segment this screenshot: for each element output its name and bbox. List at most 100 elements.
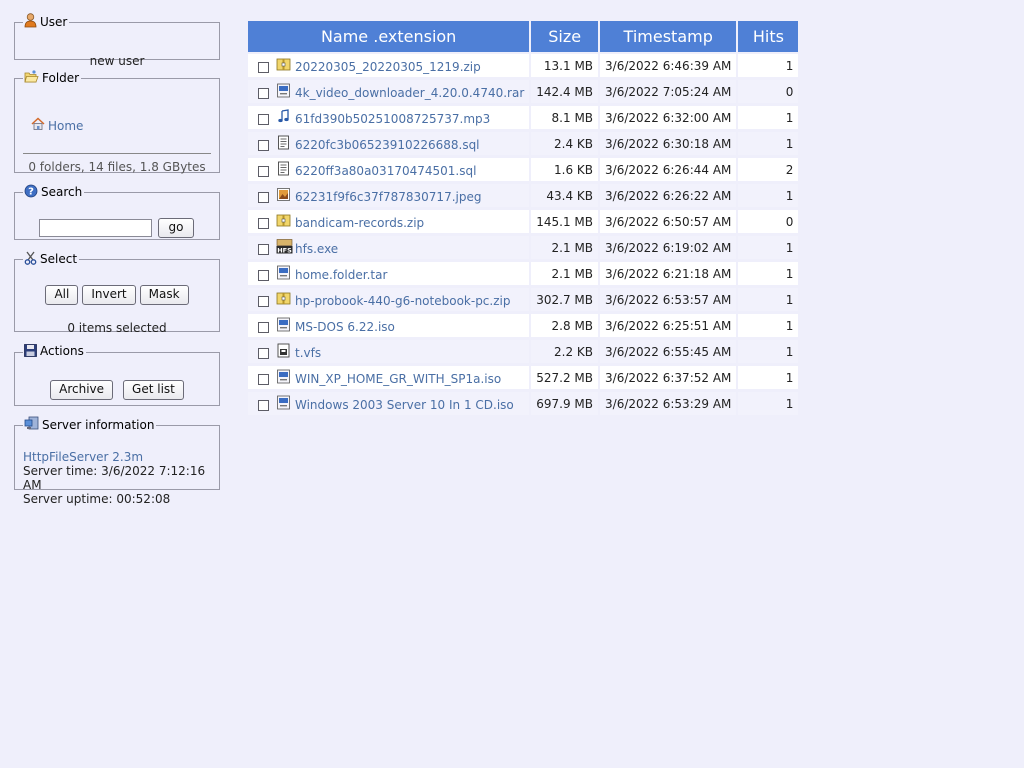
file-link[interactable]: hfs.exe bbox=[295, 242, 338, 256]
file-select-checkbox[interactable] bbox=[258, 62, 269, 73]
file-hits: 1 bbox=[738, 236, 799, 262]
file-select-checkbox[interactable] bbox=[258, 244, 269, 255]
archive-icon bbox=[276, 395, 291, 410]
file-size: 13.1 MB bbox=[531, 54, 599, 80]
file-size: 697.9 MB bbox=[531, 392, 599, 418]
file-select-checkbox[interactable] bbox=[258, 192, 269, 203]
table-row: MS-DOS 6.22.iso 2.8 MB 3/6/2022 6:25:51 AM… bbox=[248, 314, 799, 340]
svg-text:HFS: HFS bbox=[277, 246, 292, 254]
column-header-hits[interactable]: Hits bbox=[738, 21, 799, 54]
file-select-checkbox[interactable] bbox=[258, 140, 269, 151]
file-timestamp: 3/6/2022 7:05:24 AM bbox=[600, 80, 737, 106]
file-link[interactable]: t.vfs bbox=[295, 346, 321, 360]
file-link[interactable]: 6220ff3a80a03170474501.sql bbox=[295, 164, 476, 178]
file-link[interactable]: home.folder.tar bbox=[295, 268, 387, 282]
file-hits: 1 bbox=[738, 106, 799, 132]
file-name-cell: 6220fc3b06523910226688.sql bbox=[248, 132, 530, 158]
svg-text:?: ? bbox=[28, 187, 34, 198]
server-uptime: Server uptime: 00:52:08 bbox=[23, 492, 171, 506]
help-icon: ? bbox=[24, 184, 38, 201]
file-select-checkbox[interactable] bbox=[258, 166, 269, 177]
file-hits: 1 bbox=[738, 314, 799, 340]
file-name-cell: home.folder.tar bbox=[248, 262, 530, 288]
file-size: 2.1 MB bbox=[531, 262, 599, 288]
file-link[interactable]: 20220305_20220305_1219.zip bbox=[295, 60, 481, 74]
file-name-cell: 4k_video_downloader_4.20.0.4740.rar bbox=[248, 80, 530, 106]
actions-legend-label: Actions bbox=[40, 344, 84, 358]
column-header-name[interactable]: Name .extension bbox=[248, 21, 530, 54]
music-icon bbox=[276, 109, 291, 124]
table-row: hp-probook-440-g6-notebook-pc.zip 302.7 M… bbox=[248, 288, 799, 314]
file-hits: 1 bbox=[738, 288, 799, 314]
file-timestamp: 3/6/2022 6:50:57 AM bbox=[600, 210, 737, 236]
file-link[interactable]: hp-probook-440-g6-notebook-pc.zip bbox=[295, 294, 510, 308]
file-link[interactable]: 62231f9f6c37f787830717.jpeg bbox=[295, 190, 481, 204]
file-timestamp: 3/6/2022 6:55:45 AM bbox=[600, 340, 737, 366]
server-legend: Server information bbox=[23, 416, 156, 434]
table-row: 62231f9f6c37f787830717.jpeg 43.4 KB 3/6/20… bbox=[248, 184, 799, 210]
file-name-cell: MS-DOS 6.22.iso bbox=[248, 314, 530, 340]
invert-selection-button[interactable]: Invert bbox=[82, 285, 136, 305]
file-link[interactable]: MS-DOS 6.22.iso bbox=[295, 320, 395, 334]
scissors-icon bbox=[24, 251, 37, 268]
select-panel: Select All Invert Mask 0 items selected bbox=[14, 251, 220, 335]
server-time: Server time: 3/6/2022 7:12:16 AM bbox=[23, 464, 206, 492]
file-hits: 2 bbox=[738, 158, 799, 184]
server-info-panel: Server information HttpFileServer 2.3m S… bbox=[14, 416, 220, 506]
file-select-checkbox[interactable] bbox=[258, 374, 269, 385]
archive-button[interactable]: Archive bbox=[50, 380, 114, 400]
file-link[interactable]: 6220fc3b06523910226688.sql bbox=[295, 138, 480, 152]
home-link[interactable]: Home bbox=[31, 117, 83, 134]
search-row: go bbox=[39, 218, 194, 238]
archive-icon bbox=[276, 317, 291, 332]
server-info-lines: HttpFileServer 2.3m Server time: 3/6/202… bbox=[23, 450, 219, 506]
go-button[interactable]: go bbox=[158, 218, 194, 238]
file-name-cell: 6220ff3a80a03170474501.sql bbox=[248, 158, 530, 184]
file-link[interactable]: WIN_XP_HOME_GR_WITH_SP1a.iso bbox=[295, 372, 501, 386]
file-select-checkbox[interactable] bbox=[258, 218, 269, 229]
file-link[interactable]: 61fd390b50251008725737.mp3 bbox=[295, 112, 490, 126]
file-select-checkbox[interactable] bbox=[258, 322, 269, 333]
user-panel: User new user bbox=[14, 13, 220, 68]
file-timestamp: 3/6/2022 6:30:18 AM bbox=[600, 132, 737, 158]
zip-icon bbox=[276, 213, 291, 228]
archive-icon bbox=[276, 83, 291, 98]
server-version-link[interactable]: HttpFileServer 2.3m bbox=[23, 450, 219, 464]
file-rows: 20220305_20220305_1219.zip 13.1 MB 3/6/202… bbox=[248, 54, 799, 418]
search-input[interactable] bbox=[39, 219, 152, 237]
file-name-cell: 20220305_20220305_1219.zip bbox=[248, 54, 530, 80]
table-row: t.vfs 2.2 KB 3/6/2022 6:55:45 AM 1 bbox=[248, 340, 799, 366]
select-legend: Select bbox=[23, 251, 79, 268]
select-all-button[interactable]: All bbox=[45, 285, 79, 305]
table-row: 4k_video_downloader_4.20.0.4740.rar 142.4… bbox=[248, 80, 799, 106]
vfs-file-icon bbox=[276, 343, 291, 358]
file-hits: 0 bbox=[738, 80, 799, 106]
folder-legend-label: Folder bbox=[42, 71, 80, 85]
column-header-size[interactable]: Size bbox=[531, 21, 599, 54]
file-link[interactable]: Windows 2003 Server 10 In 1 CD.iso bbox=[295, 398, 514, 412]
file-link[interactable]: 4k_video_downloader_4.20.0.4740.rar bbox=[295, 86, 524, 100]
table-header-row: Name .extension Size Timestamp Hits bbox=[248, 21, 799, 54]
file-size: 43.4 KB bbox=[531, 184, 599, 210]
actions-buttons: Archive Get list bbox=[15, 380, 219, 400]
actions-legend: Actions bbox=[23, 344, 86, 360]
file-size: 8.1 MB bbox=[531, 106, 599, 132]
table-row: bandicam-records.zip 145.1 MB 3/6/2022 6:5… bbox=[248, 210, 799, 236]
file-select-checkbox[interactable] bbox=[258, 348, 269, 359]
search-legend: ? Search bbox=[23, 184, 84, 201]
mask-selection-button[interactable]: Mask bbox=[139, 285, 189, 305]
get-list-button[interactable]: Get list bbox=[123, 380, 184, 400]
file-select-checkbox[interactable] bbox=[258, 400, 269, 411]
image-icon bbox=[276, 187, 291, 202]
column-header-timestamp[interactable]: Timestamp bbox=[600, 21, 737, 54]
file-timestamp: 3/6/2022 6:19:02 AM bbox=[600, 236, 737, 262]
file-select-checkbox[interactable] bbox=[258, 88, 269, 99]
zip-icon bbox=[276, 291, 291, 306]
file-size: 527.2 MB bbox=[531, 366, 599, 392]
file-timestamp: 3/6/2022 6:21:18 AM bbox=[600, 262, 737, 288]
file-link[interactable]: bandicam-records.zip bbox=[295, 216, 424, 230]
file-select-checkbox[interactable] bbox=[258, 114, 269, 125]
file-select-checkbox[interactable] bbox=[258, 270, 269, 281]
folder-divider bbox=[23, 153, 211, 154]
file-select-checkbox[interactable] bbox=[258, 296, 269, 307]
